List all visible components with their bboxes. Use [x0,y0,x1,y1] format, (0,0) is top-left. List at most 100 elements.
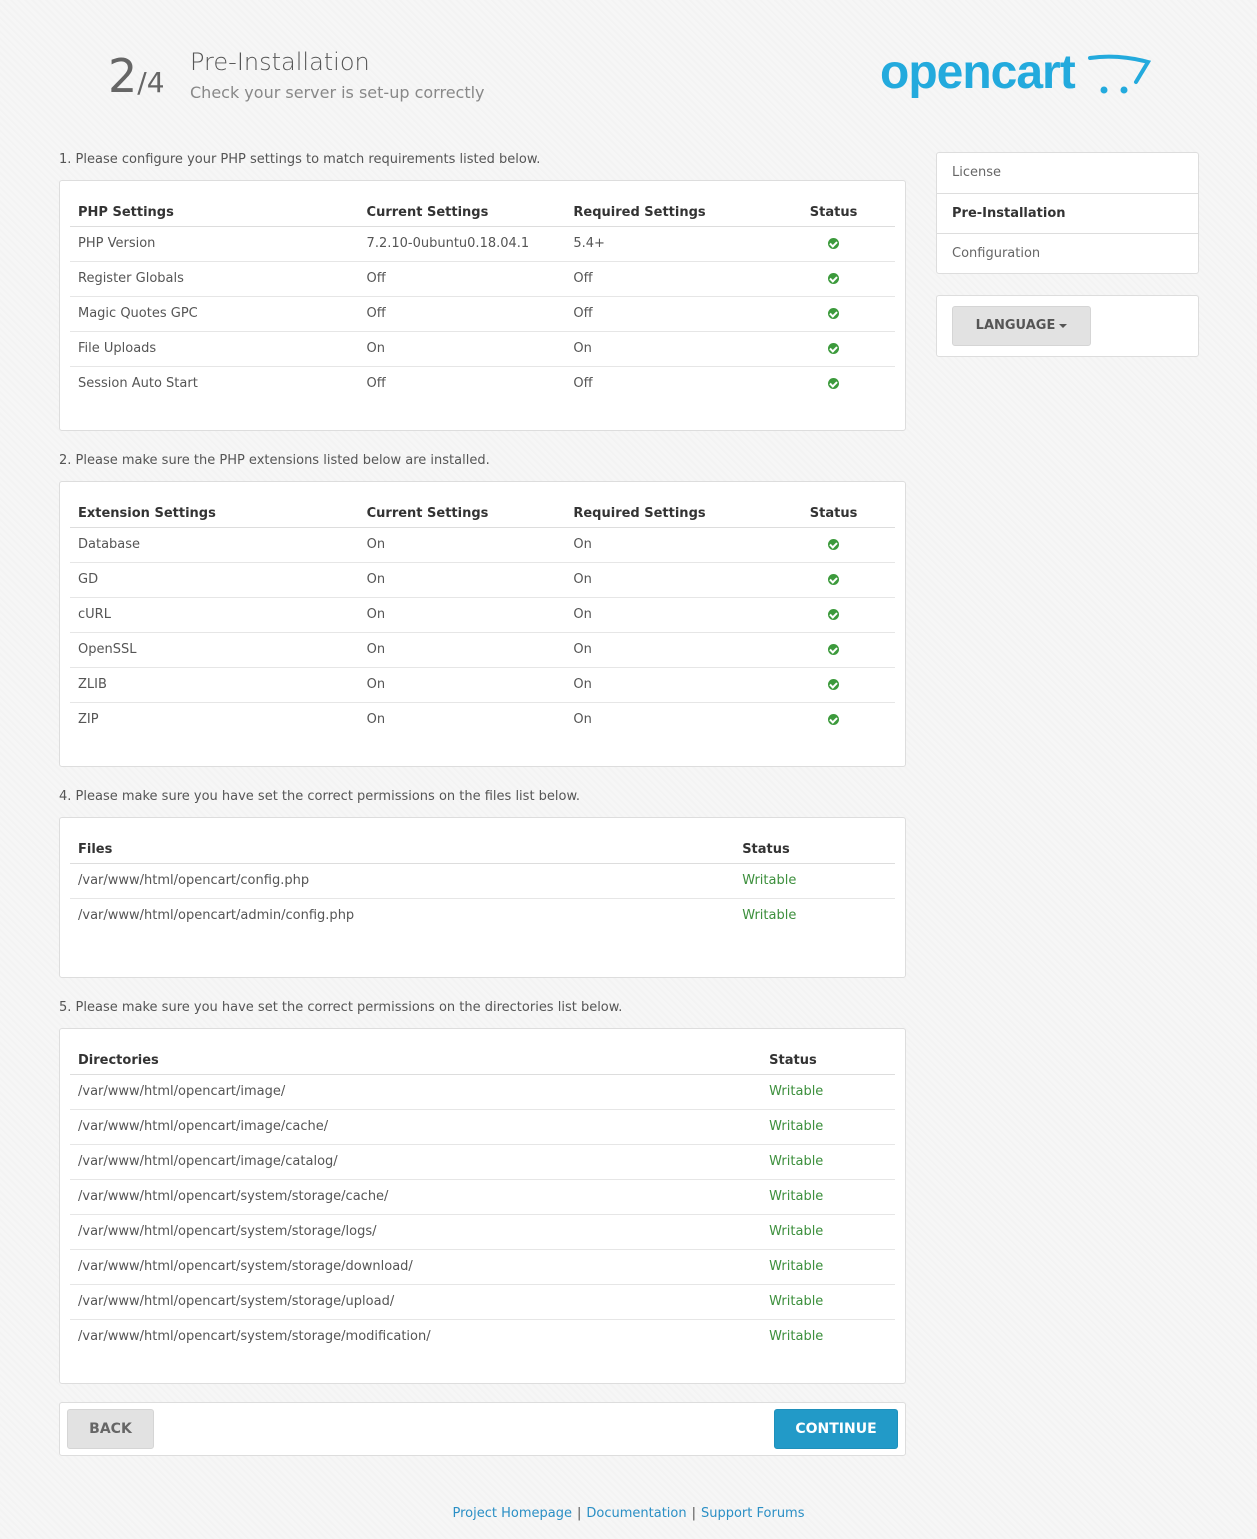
directory-status: Writable [761,1318,895,1354]
nav-item-license[interactable]: License [937,153,1198,193]
extension-name: GD [70,561,359,597]
footer: Project Homepage | Documentation | Support F… [0,1506,1257,1521]
table-header-row: Files Status [70,828,895,864]
table-row: /var/www/html/opencart/system/storage/ca… [70,1178,895,1214]
table-header: Status [772,492,895,528]
required-setting: On [565,631,773,667]
directory-status: Writable [761,1143,895,1179]
step-current: 2 [108,49,138,103]
table-header: Current Settings [358,191,566,227]
setting-name: Session Auto Start [70,365,359,401]
install-steps-nav: License Pre-Installation Configuration [936,152,1199,274]
php-settings-panel: PHP Settings Current Settings Required S… [59,180,906,431]
table-row: /var/www/html/opencart/admin/config.php W… [70,897,895,933]
table-row: File Uploads On On [70,330,895,366]
check-circle-icon [828,539,840,550]
check-circle-icon [828,378,840,390]
table-row: /var/www/html/opencart/image/catalog/Wri… [70,1143,895,1179]
extension-name: OpenSSL [70,631,359,667]
current-setting: On [358,561,566,597]
footer-separator: | [576,1506,582,1521]
table-header-row: PHP Settings Current Settings Required S… [70,191,895,227]
action-buttons-bar: BACK CONTINUE [59,1402,906,1456]
directory-status: Writable [769,1084,824,1099]
directories-panel: Directories Status /var/www/html/opencar… [59,1028,906,1384]
setting-name: Magic Quotes GPC [70,295,359,331]
logo-text: opencart [880,46,1076,99]
opencart-logo: opencart [880,46,1152,99]
required-setting: On [565,561,773,597]
table-row: Session Auto Start Off Off [70,365,895,401]
continue-button[interactable]: CONTINUE [774,1409,898,1449]
table-row: Magic Quotes GPC Off Off [70,295,895,331]
extensions-section-label: 2. Please make sure the PHP extensions l… [59,453,490,468]
check-circle-icon [828,574,840,585]
table-row: /var/www/html/opencart/image/cache/Writa… [70,1108,895,1144]
nav-item-pre-installation[interactable]: Pre-Installation [937,193,1198,233]
required-setting: On [565,596,773,632]
files-table: Files Status /var/www/html/opencart/conf… [70,828,895,933]
current-setting: 7.2.10-0ubuntu0.18.04.1 [366,236,530,251]
directory-path: /var/www/html/opencart/image/cache/ [70,1108,762,1144]
caret-down-icon [1059,323,1068,328]
back-button[interactable]: BACK [67,1409,154,1449]
extensions-panel: Extension Settings Current Settings Requ… [59,481,906,767]
required-setting: Off [565,365,773,401]
check-circle-icon [828,714,840,726]
file-status: Writable [734,897,895,933]
required-setting: On [565,330,773,366]
footer-link-project-homepage[interactable]: Project Homepage [453,1506,572,1521]
current-setting: On [358,330,566,366]
extension-name: ZIP [70,701,359,737]
table-header: Directories [70,1039,762,1075]
php-section-label: 1. Please configure your PHP settings to… [59,152,541,167]
footer-link-support-forums[interactable]: Support Forums [701,1506,805,1521]
current-setting: On [366,537,386,552]
table-header: Required Settings [565,191,773,227]
required-setting: On [565,701,773,737]
step-total: /4 [137,66,165,99]
current-setting: Off [358,365,566,401]
language-button-label: LANGUAGE [975,318,1056,333]
page-subtitle: Check your server is set-up correctly [190,83,485,102]
directory-status: Writable [761,1178,895,1214]
directory-path: /var/www/html/opencart/image/ [78,1084,286,1099]
table-header: Files [70,828,735,864]
table-header-row: Directories Status [70,1039,895,1075]
current-setting: On [358,701,566,737]
table-header: Status [761,1039,895,1075]
directory-path: /var/www/html/opencart/system/storage/up… [70,1283,762,1319]
language-panel: LANGUAGE [936,295,1199,357]
table-row: /var/www/html/opencart/config.php Writabl… [70,863,895,898]
directories-table: Directories Status /var/www/html/opencar… [70,1039,895,1354]
setting-name: File Uploads [70,330,359,366]
directory-status: Writable [761,1248,895,1284]
table-row: /var/www/html/opencart/system/storage/lo… [70,1213,895,1249]
footer-link-documentation[interactable]: Documentation [586,1506,686,1521]
check-circle-icon [828,273,840,284]
extension-name: ZLIB [70,666,359,702]
required-setting: On [573,537,592,552]
language-dropdown-button[interactable]: LANGUAGE [952,306,1091,346]
check-circle-icon [828,679,840,690]
table-row: /var/www/html/opencart/system/storage/mo… [70,1318,895,1354]
table-row: cURL On On [70,596,895,632]
nav-item-configuration[interactable]: Configuration [937,233,1198,273]
extension-name: Database [78,537,141,552]
directory-path: /var/www/html/opencart/system/storage/mo… [70,1318,762,1354]
directory-status: Writable [761,1283,895,1319]
file-status: Writable [742,873,797,888]
files-panel: Files Status /var/www/html/opencart/conf… [59,817,906,978]
file-path: /var/www/html/opencart/config.php [78,873,310,888]
table-header: Status [734,828,895,864]
table-row: ZIP On On [70,701,895,737]
table-header: Status [772,191,895,227]
directories-section-label: 5. Please make sure you have set the cor… [59,1000,623,1015]
table-row: Register Globals Off Off [70,260,895,296]
required-setting: Off [565,260,773,296]
table-header: PHP Settings [70,191,359,227]
current-setting: On [358,596,566,632]
footer-separator: | [691,1506,696,1521]
current-setting: Off [358,295,566,331]
check-circle-icon [828,343,840,354]
